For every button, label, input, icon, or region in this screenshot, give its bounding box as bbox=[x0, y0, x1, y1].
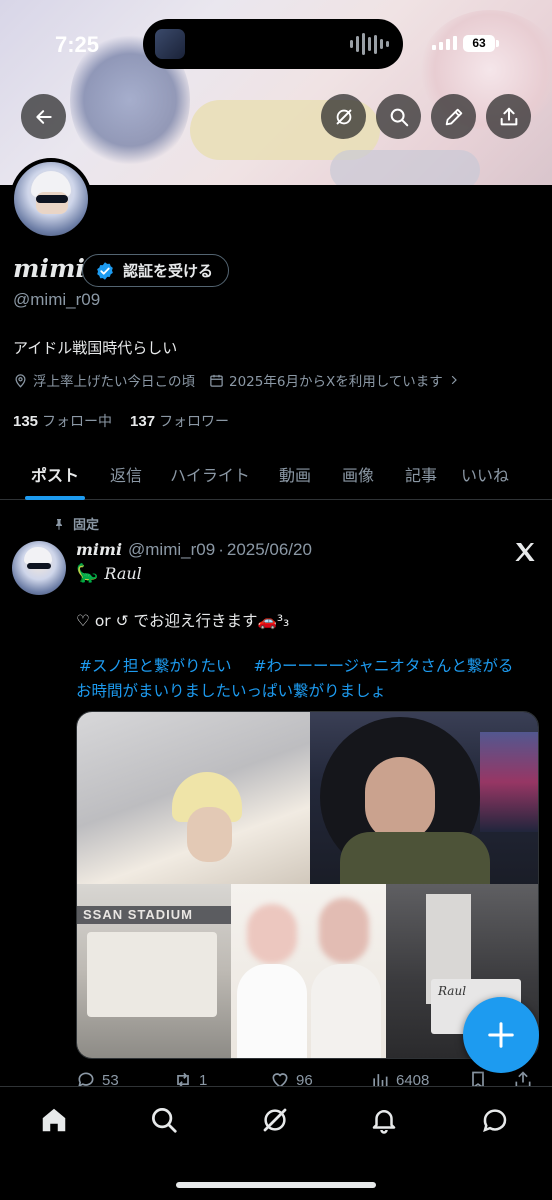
chat-bubble-icon bbox=[483, 1109, 507, 1133]
arrow-left-icon bbox=[35, 109, 52, 124]
tab-posts[interactable]: ポスト bbox=[14, 448, 96, 500]
profile-meta: 浮上率上げたい今日この頃 2025年6月からXを利用しています bbox=[13, 370, 474, 390]
tab-highlights[interactable]: ハイライト bbox=[156, 448, 264, 500]
post-author-avatar[interactable] bbox=[12, 541, 66, 595]
tab-replies[interactable]: 返信 bbox=[96, 448, 156, 500]
home-icon bbox=[42, 1108, 66, 1132]
post-text-raul: Raul bbox=[104, 564, 142, 583]
grok-icon bbox=[263, 1108, 287, 1132]
search-icon bbox=[152, 1108, 177, 1133]
joined-text: 2025年6月からXを利用しています bbox=[229, 374, 443, 390]
get-verified-button[interactable]: 認証を受ける bbox=[82, 254, 230, 287]
x-logo-icon bbox=[515, 543, 535, 561]
share-icon bbox=[500, 107, 517, 125]
get-verified-label: 認証を受ける bbox=[123, 262, 214, 280]
tab-articles[interactable]: 記事 bbox=[390, 448, 452, 500]
pin-icon bbox=[56, 518, 62, 530]
back-button[interactable] bbox=[21, 94, 66, 139]
profile-avatar[interactable] bbox=[10, 158, 92, 240]
verified-badge-icon bbox=[97, 261, 113, 280]
now-playing-artwork bbox=[155, 29, 185, 59]
tab-images[interactable]: 画像 bbox=[326, 448, 390, 500]
nav-search[interactable] bbox=[147, 1103, 181, 1137]
battery-tip bbox=[496, 40, 499, 47]
profile-tabs: ポスト 返信 ハイライト 動画 画像 記事 いいね bbox=[0, 448, 552, 500]
profile-bio: アイドル戦国時代らしい bbox=[13, 339, 178, 357]
follow-stats: 135 フォロー中 137 フォロワー bbox=[13, 411, 229, 431]
display-name: mimi bbox=[13, 254, 85, 283]
nav-notifications[interactable] bbox=[367, 1103, 401, 1137]
pinned-label: 固定 bbox=[73, 518, 100, 533]
edit-profile-button[interactable] bbox=[431, 94, 476, 139]
profile-handle: @mimi_r09 bbox=[13, 290, 101, 309]
hashtag-link[interactable]: #わーーーージャニオタさんと繋がる bbox=[254, 657, 514, 675]
followers-label: フォロワー bbox=[159, 414, 230, 430]
plus-icon bbox=[488, 1022, 514, 1048]
photo-card-text: Raul bbox=[438, 984, 467, 998]
dynamic-island[interactable] bbox=[143, 19, 403, 69]
nav-grok[interactable] bbox=[258, 1103, 292, 1137]
search-icon bbox=[390, 108, 408, 126]
post-photo[interactable] bbox=[231, 884, 386, 1058]
pencil-icon bbox=[445, 108, 462, 125]
chevron-right-icon bbox=[451, 375, 457, 385]
post-separator: · bbox=[218, 540, 224, 559]
post-author-name[interactable]: mimi bbox=[76, 540, 122, 559]
pinned-indicator: 固定 bbox=[53, 514, 99, 533]
joined-item[interactable]: 2025年6月からXを利用しています bbox=[209, 370, 460, 390]
search-button[interactable] bbox=[376, 94, 421, 139]
share-button[interactable] bbox=[486, 94, 531, 139]
tab-videos[interactable]: 動画 bbox=[264, 448, 326, 500]
nav-messages[interactable] bbox=[478, 1103, 512, 1137]
cellular-signal-icon bbox=[432, 36, 457, 50]
post-date[interactable]: 2025/06/20 bbox=[227, 540, 312, 560]
grok-button[interactable] bbox=[321, 94, 366, 139]
followers-link[interactable]: 137 フォロワー bbox=[130, 411, 229, 431]
following-label: フォロー中 bbox=[42, 414, 113, 430]
grok-icon bbox=[336, 109, 351, 124]
location-item: 浮上率上げたい今日この頃 bbox=[13, 370, 195, 390]
nav-home[interactable] bbox=[37, 1103, 71, 1137]
compose-post-button[interactable] bbox=[463, 997, 539, 1073]
status-time: 7:25 bbox=[55, 32, 100, 57]
battery-indicator: 63 bbox=[463, 35, 495, 52]
audio-wave-icon bbox=[350, 33, 389, 55]
dinosaur-emoji: 🦕 bbox=[76, 563, 99, 584]
location-text: 浮上率上げたい今日この頃 bbox=[33, 374, 195, 390]
post-media-grid: SSAN STADIUM Raul bbox=[76, 711, 539, 1059]
post-hashtags: #スノ担と繋がりたい #わーーーージャニオタさんと繋がる お時間がまいりましたいっ… bbox=[76, 654, 546, 704]
post-text-line2: ♡ or ↺ でお迎え行きます🚗³₃ bbox=[76, 612, 290, 630]
hashtag-link[interactable]: #スノ担と繋がりたい bbox=[79, 657, 232, 675]
following-link[interactable]: 135 フォロー中 bbox=[13, 411, 112, 431]
photo-sign-text: SSAN STADIUM bbox=[83, 907, 193, 922]
home-indicator[interactable] bbox=[176, 1182, 376, 1188]
post-text-line1: 🦕 Raul bbox=[76, 563, 142, 584]
hashtag-continuation[interactable]: お時間がまいりましたいっぱい繋がりましょ bbox=[76, 682, 386, 700]
post-photo[interactable] bbox=[77, 712, 310, 884]
calendar-icon bbox=[210, 374, 223, 387]
following-count: 135 bbox=[13, 413, 39, 430]
followers-count: 137 bbox=[130, 413, 156, 430]
post-photo[interactable]: SSAN STADIUM bbox=[77, 884, 231, 1058]
post-header: mimi @mimi_r09 · 2025/06/20 bbox=[76, 540, 312, 560]
post-author-handle[interactable]: @mimi_r09 bbox=[128, 540, 215, 560]
location-pin-icon bbox=[15, 373, 26, 388]
tab-likes[interactable]: いいね bbox=[452, 448, 518, 500]
post-photo[interactable] bbox=[310, 712, 538, 884]
bell-icon bbox=[372, 1110, 396, 1134]
